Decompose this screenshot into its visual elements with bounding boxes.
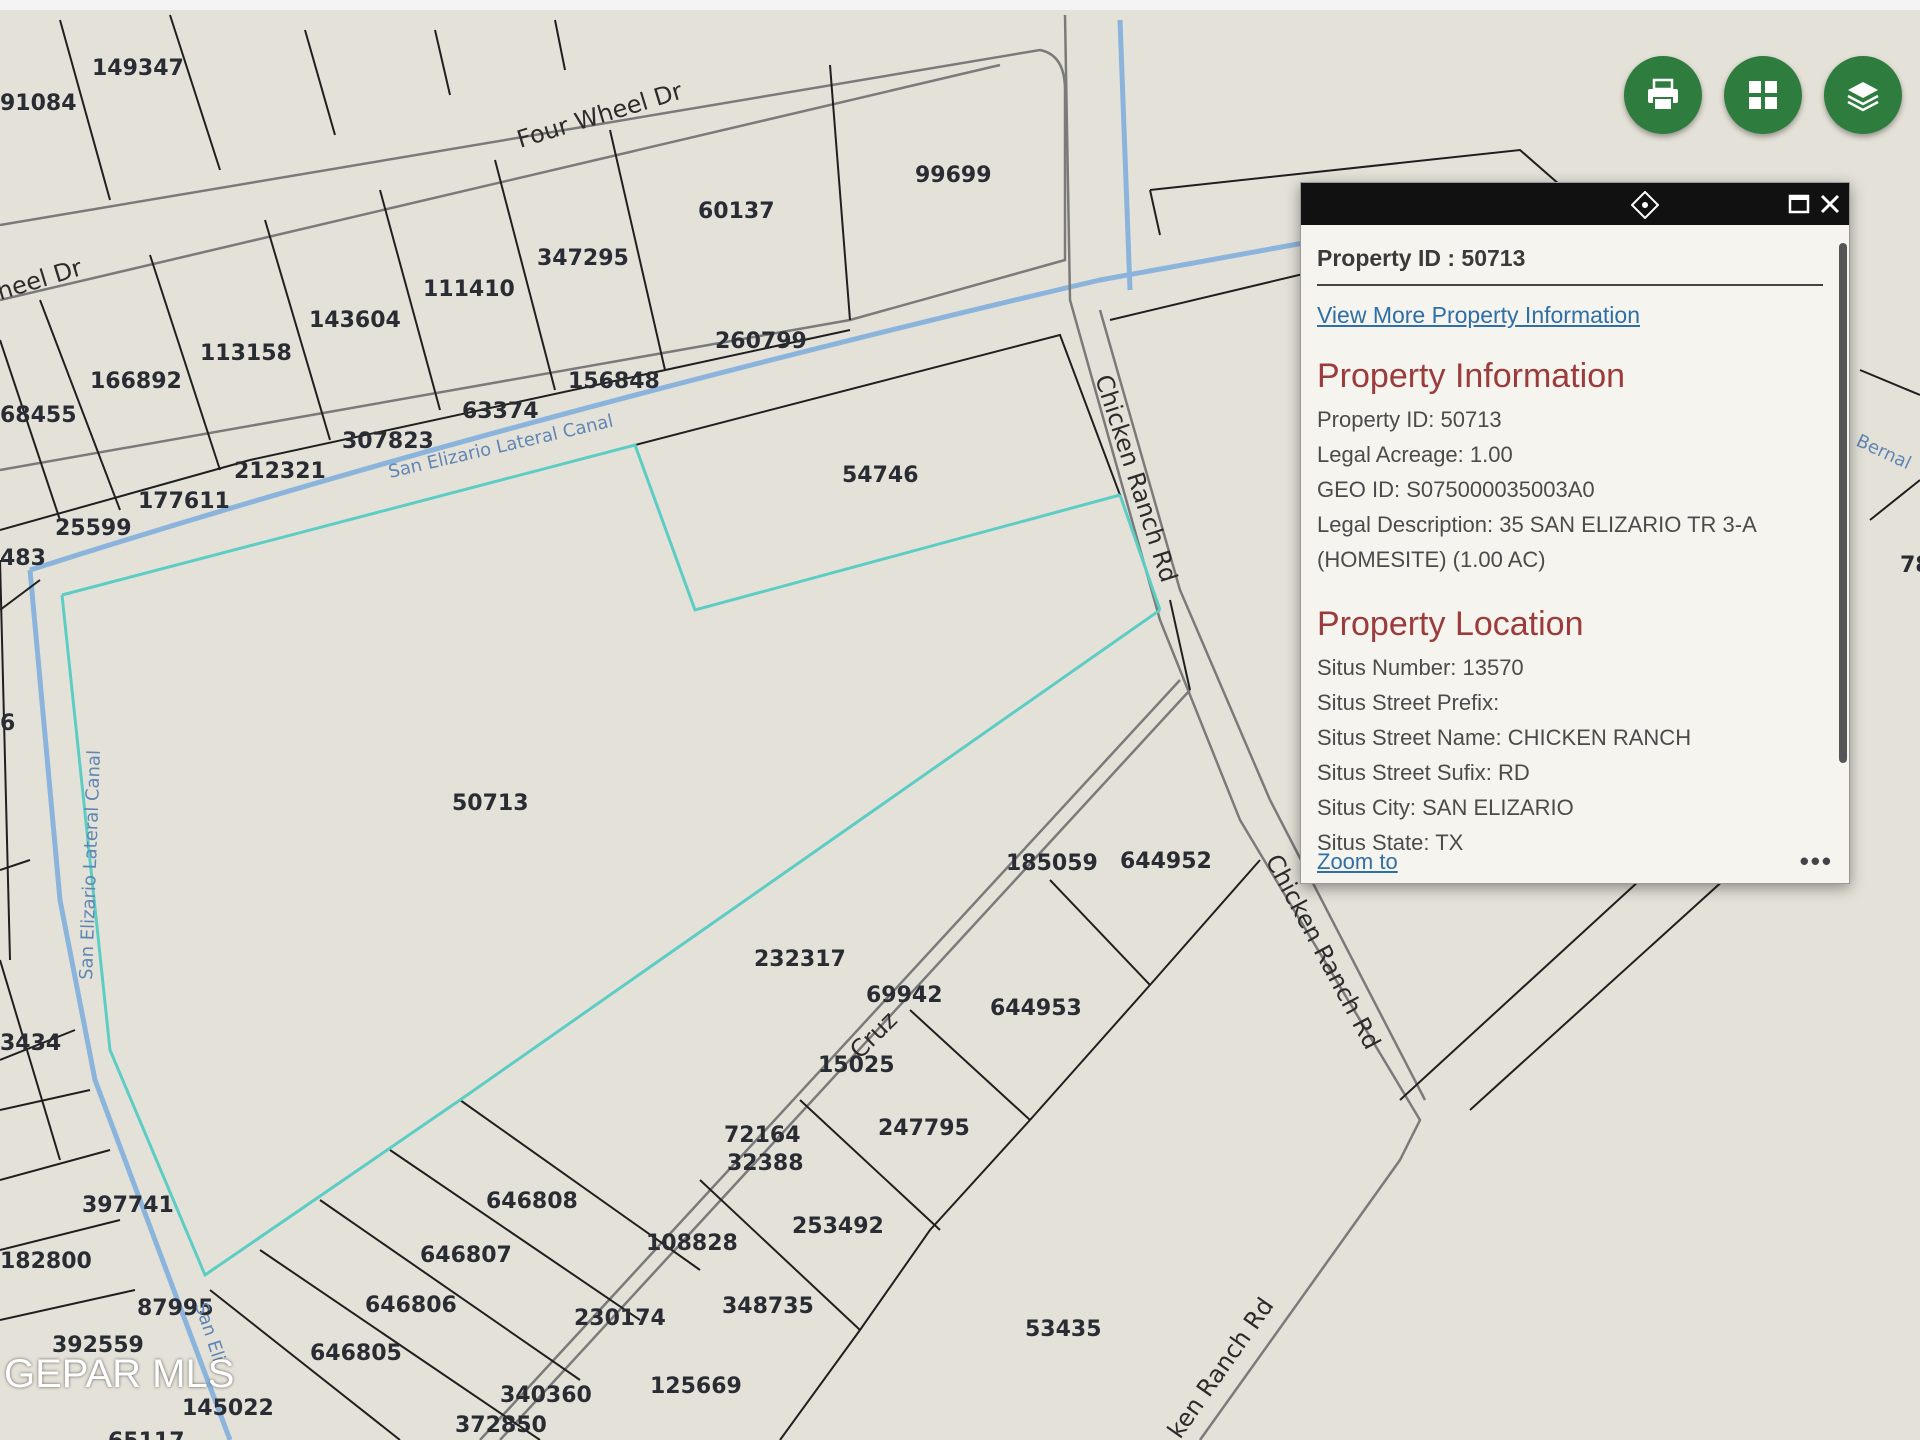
property-location-heading: Property Location: [1317, 605, 1584, 643]
parcel-label-72164: 72164: [724, 1123, 801, 1148]
field-legal-description: Legal Description: 35 SAN ELIZARIO TR 3-…: [1317, 512, 1757, 537]
parcel-label-177611: 177611: [138, 489, 230, 514]
view-more-link[interactable]: View More Property Information: [1317, 302, 1833, 329]
parcel-label-347295: 347295: [537, 246, 629, 271]
parcel-label-397741: 397741: [82, 1193, 174, 1218]
parcel-label-166892: 166892: [90, 369, 182, 394]
field-situs-number: Situs Number: 13570: [1317, 655, 1524, 680]
parcel-label-372850: 372850: [455, 1413, 547, 1438]
parcel-label-65117: 65117: [108, 1429, 185, 1440]
parcel-label-108828: 108828: [646, 1231, 738, 1256]
maximize-icon[interactable]: [1788, 193, 1810, 220]
parcel-label-50713: 50713: [452, 791, 529, 816]
property-popup[interactable]: Property ID : 50713 View More Property I…: [1300, 182, 1850, 884]
parcel-label-230174: 230174: [574, 1306, 666, 1331]
parcel-label-3434: 3434: [0, 1031, 61, 1056]
parcel-label-483: 483: [0, 546, 46, 571]
grid-icon: [1749, 81, 1777, 109]
field-situs-street-suffix: Situs Street Sufix: RD: [1317, 760, 1530, 785]
field-legal-acreage: Legal Acreage: 1.00: [1317, 442, 1513, 467]
parcel-label-149347: 149347: [92, 56, 184, 81]
parcel-label-232317: 232317: [754, 947, 846, 972]
parcel-label-185059: 185059: [1006, 851, 1098, 876]
parcel-label-69942: 69942: [866, 983, 943, 1008]
parcel-label-25599: 25599: [55, 516, 132, 541]
parcel-label-91084: 91084: [0, 91, 77, 116]
parcel-label-6: 6: [0, 711, 15, 736]
close-icon[interactable]: [1819, 193, 1841, 220]
parcel-label-182800: 182800: [0, 1249, 92, 1274]
field-property-id: Property ID: 50713: [1317, 407, 1502, 432]
popup-titlebar[interactable]: [1301, 183, 1849, 225]
parcel-label-113158: 113158: [200, 341, 292, 366]
field-legal-description-cont: (HOMESITE) (1.00 AC): [1317, 547, 1546, 572]
parcel-label-348735: 348735: [722, 1294, 814, 1319]
zoom-to-link[interactable]: Zoom to: [1317, 849, 1398, 875]
parcel-label-646807: 646807: [420, 1243, 512, 1268]
parcel-label-143604: 143604: [309, 308, 401, 333]
parcel-label-54746: 54746: [842, 463, 919, 488]
print-button[interactable]: [1624, 56, 1702, 134]
popup-footer: Zoom to •••: [1317, 846, 1833, 877]
parcel-label-63374: 63374: [462, 399, 539, 424]
printer-icon: [1648, 78, 1678, 111]
parcel-label-260799: 260799: [715, 329, 807, 354]
field-situs-street-prefix: Situs Street Prefix:: [1317, 690, 1500, 715]
parcel-label-145022: 145022: [182, 1396, 274, 1421]
field-situs-city: Situs City: SAN ELIZARIO: [1317, 795, 1574, 820]
parcel-label-156848: 156848: [568, 369, 660, 394]
more-actions-icon[interactable]: •••: [1800, 846, 1833, 877]
parcel-label-78: 78: [1900, 553, 1920, 578]
move-icon[interactable]: [1630, 190, 1660, 224]
parcel-label-646808: 646808: [486, 1189, 578, 1214]
field-geo-id: GEO ID: S075000035003A0: [1317, 477, 1595, 502]
layers-button[interactable]: [1824, 56, 1902, 134]
parcel-label-53435: 53435: [1025, 1317, 1102, 1342]
parcel-label-125669: 125669: [650, 1374, 742, 1399]
parcel-label-60137: 60137: [698, 199, 775, 224]
layers-icon: [1847, 82, 1879, 112]
parcel-label-32388: 32388: [727, 1151, 804, 1176]
popup-scrollbar[interactable]: [1839, 243, 1847, 763]
parcel-label-307823: 307823: [342, 429, 434, 454]
parcel-label-111410: 111410: [423, 277, 515, 302]
parcel-label-247795: 247795: [878, 1116, 970, 1141]
parcel-label-99699: 99699: [915, 163, 992, 188]
parcel-label-646806: 646806: [365, 1293, 457, 1318]
parcel-label-644953: 644953: [990, 996, 1082, 1021]
popup-body: Property ID : 50713 View More Property I…: [1301, 225, 1849, 875]
parcel-label-340360: 340360: [500, 1383, 592, 1408]
field-situs-street-name: Situs Street Name: CHICKEN RANCH: [1317, 725, 1692, 750]
popup-title: Property ID : 50713: [1317, 245, 1823, 286]
watermark: GEPAR MLS: [4, 1352, 235, 1396]
basemap-gallery-button[interactable]: [1724, 56, 1802, 134]
property-information-heading: Property Information: [1317, 357, 1626, 395]
parcel-label-644952: 644952: [1120, 849, 1212, 874]
parcel-label-68455: 68455: [0, 403, 77, 428]
parcel-label-253492: 253492: [792, 1214, 884, 1239]
parcel-label-212321: 212321: [234, 459, 326, 484]
parcel-label-646805: 646805: [310, 1341, 402, 1366]
